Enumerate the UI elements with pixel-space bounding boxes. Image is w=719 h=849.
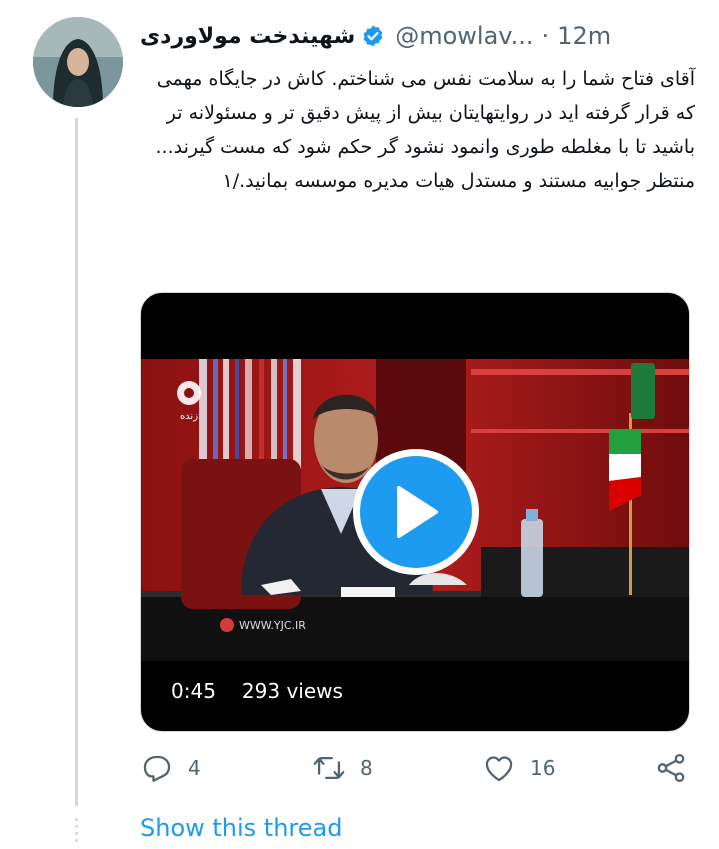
retweet-icon bbox=[313, 756, 345, 780]
avatar[interactable] bbox=[33, 17, 123, 107]
share-icon bbox=[657, 753, 685, 783]
retweet-count: 8 bbox=[360, 756, 373, 780]
reply-count: 4 bbox=[188, 756, 201, 780]
separator-dot: · bbox=[541, 22, 550, 50]
tweet-actions: 4 8 16 bbox=[140, 748, 690, 788]
watermark: WWW.YJC.IR bbox=[239, 619, 306, 632]
video-views: 293 views bbox=[241, 679, 343, 703]
handle[interactable]: @mowlav... bbox=[395, 22, 533, 50]
thread-line bbox=[75, 118, 78, 806]
retweet-button[interactable]: 8 bbox=[312, 748, 373, 788]
reply-button[interactable]: 4 bbox=[140, 748, 201, 788]
video-duration: 0:45 bbox=[171, 679, 216, 703]
avatar-image bbox=[33, 17, 123, 107]
tweet-text: آقای فتاح شما را به سلامت نفس می شناختم.… bbox=[155, 68, 695, 192]
like-button[interactable]: 16 bbox=[482, 748, 555, 788]
play-button-inner bbox=[360, 456, 472, 568]
display-name[interactable]: شهیندخت مولاوردی bbox=[140, 24, 355, 49]
heart-icon bbox=[485, 756, 513, 782]
play-icon bbox=[397, 486, 438, 538]
reply-icon bbox=[143, 755, 171, 782]
show-thread-link[interactable]: Show this thread bbox=[140, 814, 342, 842]
verified-badge-icon bbox=[363, 25, 383, 47]
tweet-header: شهیندخت مولاوردی @mowlav... · 12m bbox=[140, 18, 690, 54]
timestamp[interactable]: 12m bbox=[557, 22, 611, 50]
thread-dots bbox=[75, 816, 78, 846]
share-button[interactable] bbox=[654, 748, 688, 788]
channel-label: زنده bbox=[180, 411, 198, 422]
video-meta: 0:45 293 views bbox=[171, 679, 343, 703]
like-count: 16 bbox=[530, 756, 556, 780]
play-button[interactable] bbox=[353, 449, 479, 575]
video-player[interactable]: زنده WWW.YJC.IR 0:45 293 views bbox=[140, 292, 690, 732]
